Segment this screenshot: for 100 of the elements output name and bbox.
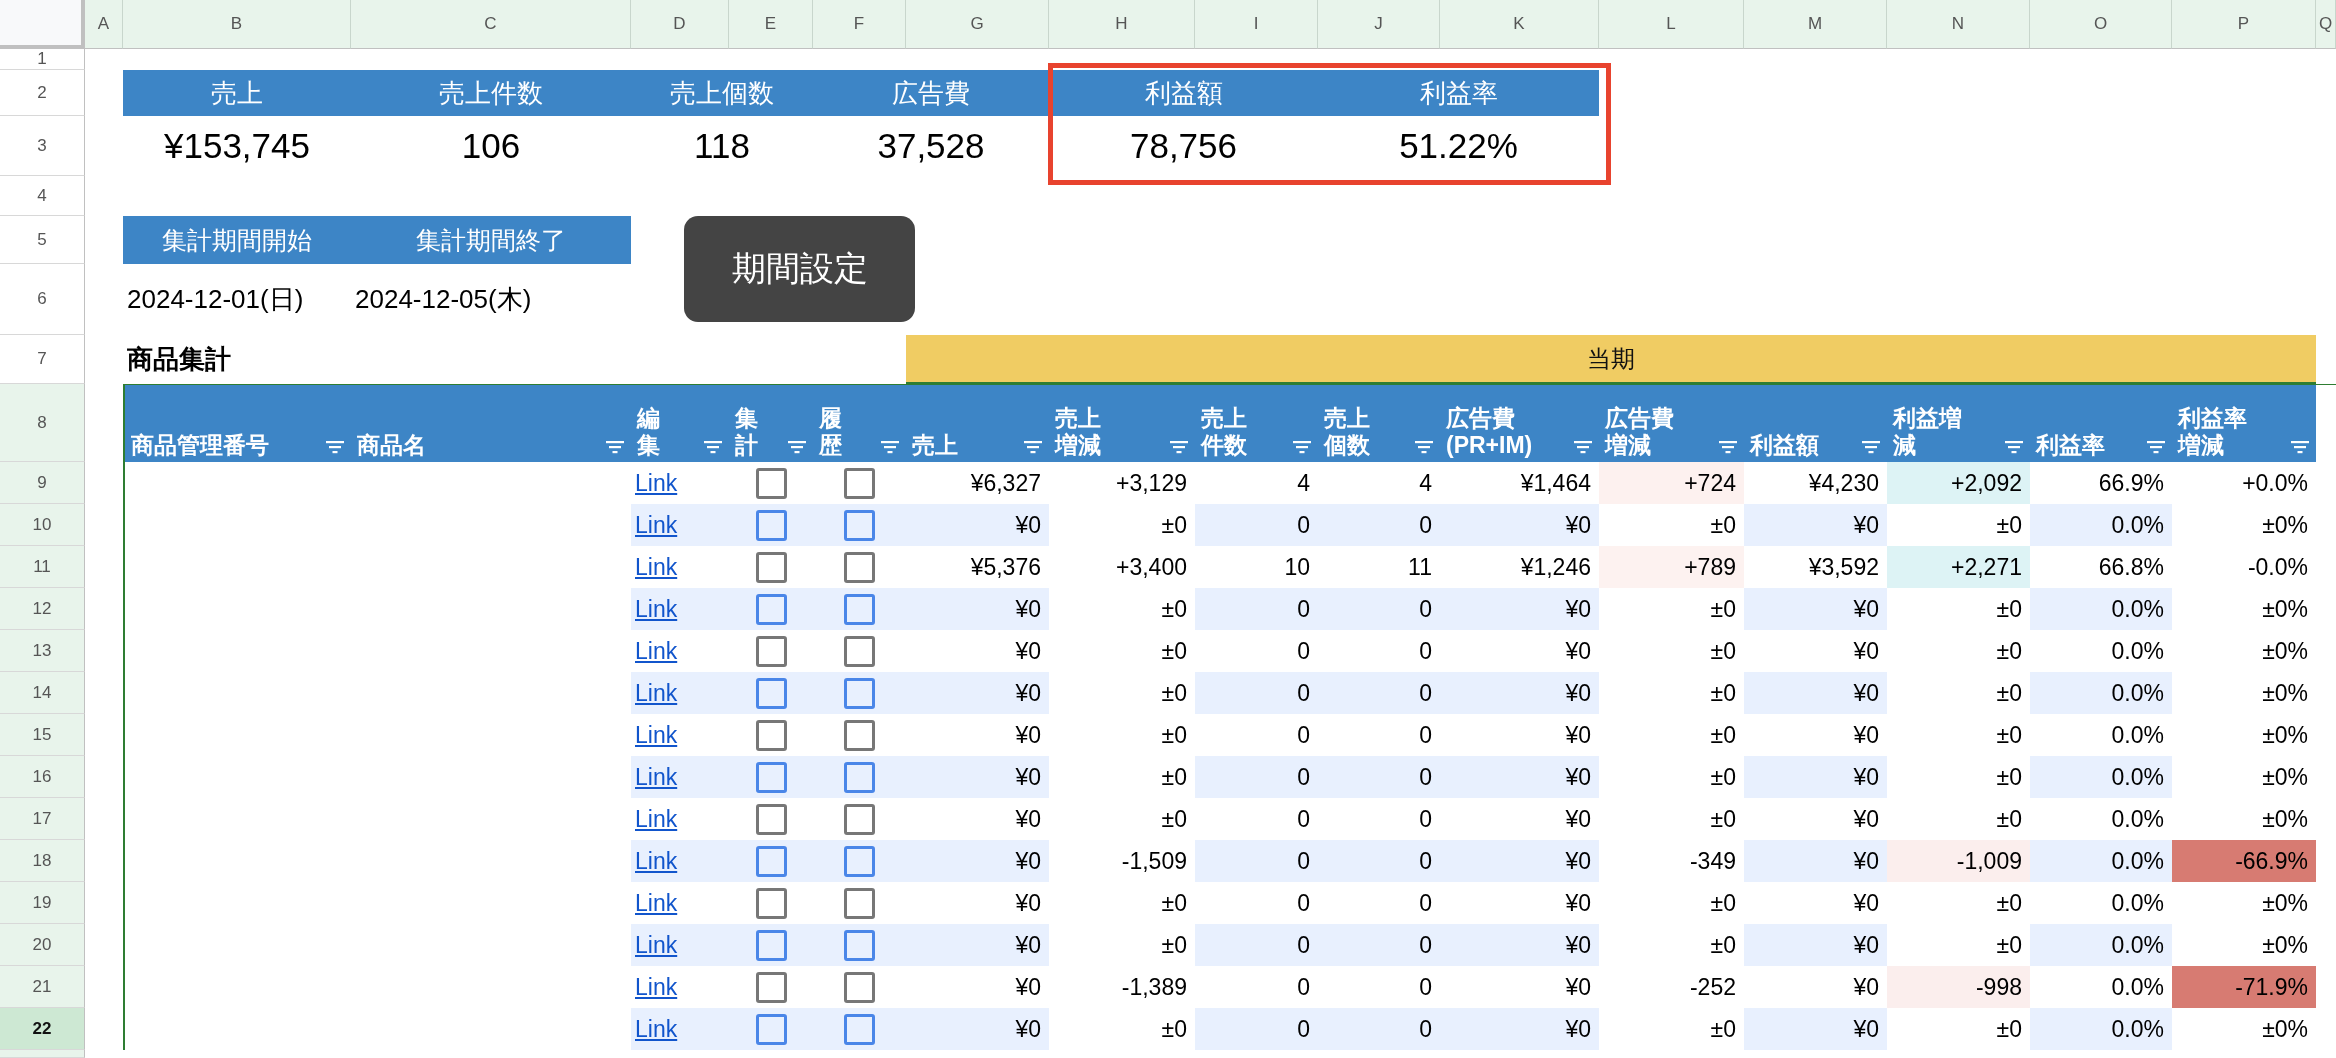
row-number[interactable]: 19 [0,882,85,924]
checkbox[interactable] [844,803,875,835]
column-header[interactable]: F [813,0,906,49]
row-number[interactable]: 5 [0,216,85,264]
period-settings-button[interactable]: 期間設定 [684,216,915,322]
row-number[interactable]: 14 [0,672,85,714]
filter-icon[interactable] [1292,440,1312,454]
row-number[interactable]: 2 [0,70,85,116]
checkbox[interactable] [755,929,787,961]
checkbox[interactable] [755,467,787,499]
checkbox[interactable] [755,551,787,583]
row-number[interactable]: 9 [0,462,85,504]
checkbox[interactable] [844,761,875,793]
table-cell: 0.0% [2030,504,2172,546]
table-cell: ¥0 [1440,504,1599,546]
checkbox[interactable] [755,635,787,667]
row-number[interactable]: 22 [0,1008,85,1050]
checkbox[interactable] [755,1013,787,1045]
row-number[interactable]: 20 [0,924,85,966]
filter-icon[interactable] [1414,440,1434,454]
column-header[interactable]: G [906,0,1049,49]
checkbox[interactable] [755,761,787,793]
checkbox[interactable] [755,845,787,877]
checkbox[interactable] [844,677,875,709]
row-number[interactable]: 6 [0,264,85,335]
filter-icon[interactable] [2290,440,2310,454]
table-cell: 0 [1318,756,1440,798]
row-number[interactable]: 16 [0,756,85,798]
row-number[interactable]: 15 [0,714,85,756]
table-cell: 0.0% [2030,924,2172,966]
row-number[interactable]: 11 [0,546,85,588]
row-number[interactable]: 17 [0,798,85,840]
column-header[interactable]: I [1195,0,1318,49]
column-header[interactable]: A [85,0,123,49]
filter-icon[interactable] [703,440,723,454]
filter-icon[interactable] [1023,440,1043,454]
checkbox[interactable] [844,971,875,1003]
link[interactable]: Link [635,721,678,749]
filter-icon[interactable] [1861,440,1881,454]
link[interactable]: Link [635,553,678,581]
column-header[interactable]: P [2172,0,2316,49]
row-number[interactable]: 18 [0,840,85,882]
column-heading-label: 利益率 [2036,431,2105,458]
table-cell: 0.0% [2030,756,2172,798]
filter-icon[interactable] [2146,440,2166,454]
checkbox[interactable] [844,593,875,625]
link[interactable]: Link [635,805,678,833]
link[interactable]: Link [635,889,678,917]
row-number[interactable]: 3 [0,116,85,176]
checkbox[interactable] [755,593,787,625]
table-cell: ¥0 [1440,756,1599,798]
checkbox[interactable] [755,677,787,709]
row-number[interactable]: 7 [0,335,85,384]
column-header[interactable]: D [631,0,729,49]
checkbox[interactable] [755,719,787,751]
row-number[interactable]: 8 [0,384,85,462]
filter-icon[interactable] [1573,440,1593,454]
column-header[interactable]: H [1049,0,1195,49]
checkbox[interactable] [844,551,875,583]
checkbox[interactable] [844,929,875,961]
column-header[interactable]: O [2030,0,2172,49]
column-header[interactable]: L [1599,0,1744,49]
row-number[interactable]: 21 [0,966,85,1008]
filter-icon[interactable] [2004,440,2024,454]
column-header[interactable]: M [1744,0,1887,49]
filter-icon[interactable] [605,440,625,454]
filter-icon[interactable] [1169,440,1189,454]
checkbox[interactable] [844,509,875,541]
link[interactable]: Link [635,637,678,665]
checkbox[interactable] [844,635,875,667]
checkbox[interactable] [844,719,875,751]
checkbox[interactable] [844,887,875,919]
column-header[interactable]: Q [2316,0,2336,49]
link[interactable]: Link [635,469,678,497]
checkbox[interactable] [755,971,787,1003]
row-number[interactable]: 10 [0,504,85,546]
column-header[interactable]: N [1887,0,2030,49]
row-number[interactable]: 12 [0,588,85,630]
table-cell: ¥0 [1744,1008,1887,1050]
column-header[interactable]: B [123,0,351,49]
checkbox[interactable] [844,1013,875,1045]
checkbox[interactable] [755,803,787,835]
row-number[interactable]: 4 [0,176,85,216]
column-header[interactable]: C [351,0,631,49]
row-number[interactable]: 13 [0,630,85,672]
link[interactable]: Link [635,973,678,1001]
column-header[interactable]: J [1318,0,1440,49]
filter-icon[interactable] [880,440,900,454]
row-number[interactable]: 1 [0,49,85,70]
checkbox[interactable] [755,887,787,919]
checkbox[interactable] [755,509,787,541]
column-header[interactable]: K [1440,0,1599,49]
checkbox[interactable] [844,845,875,877]
column-header[interactable]: E [729,0,813,49]
filter-icon[interactable] [1718,440,1738,454]
filter-icon[interactable] [787,440,807,454]
table-cell: -998 [1887,966,2030,1008]
checkbox[interactable] [844,467,875,499]
filter-icon[interactable] [325,440,345,454]
table-cell: ¥0 [906,588,1049,630]
